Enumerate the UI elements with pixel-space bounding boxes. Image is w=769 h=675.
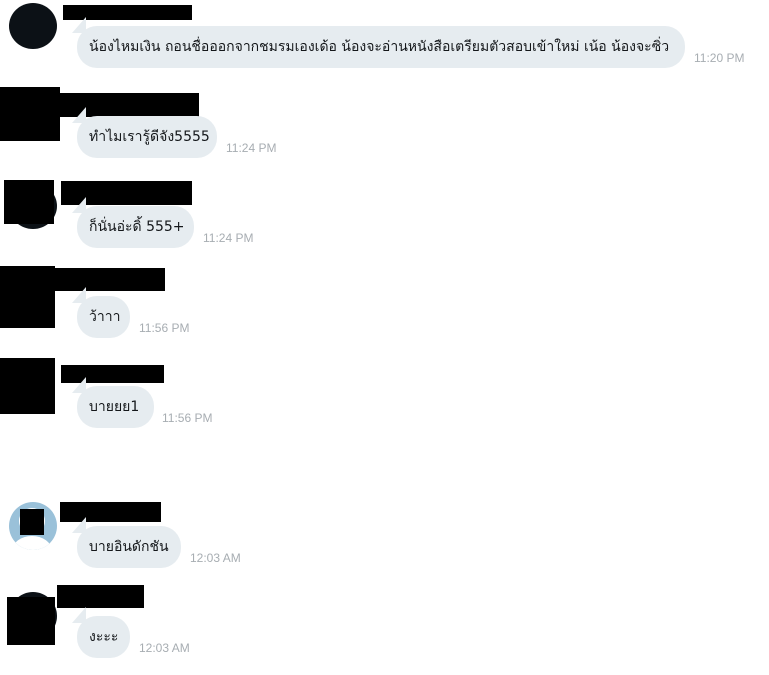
- redacted-name: [53, 268, 165, 291]
- bubble-tail: [72, 377, 86, 393]
- message-timestamp: 12:03 AM: [190, 551, 241, 565]
- message-timestamp: 11:56 PM: [162, 411, 213, 425]
- message-timestamp: 11:20 PM: [694, 51, 745, 65]
- message-text: บายอินดักชัน: [89, 539, 169, 555]
- bubble-tail: [72, 107, 86, 123]
- bubble-tail: [72, 607, 86, 623]
- bubble-tail: [72, 287, 86, 303]
- message-bubble[interactable]: บายยย1: [72, 377, 154, 428]
- bubble-tail: [72, 197, 86, 213]
- message-text: บายยย1: [89, 399, 140, 415]
- redacted-avatar-overlay: [4, 180, 54, 224]
- message-text: ก็นั่นอ่ะดิ้ 555+: [89, 219, 185, 235]
- bubble-tail: [72, 517, 86, 533]
- message-text: น้องไหมเงิน ถอนชื่อออกจากชมรมเองเด้อ น้อ…: [89, 39, 670, 55]
- redacted-avatar: [0, 266, 55, 328]
- redacted-avatar-overlay: [7, 597, 55, 645]
- message-timestamp: 11:24 PM: [226, 141, 277, 155]
- bubble-tail: [72, 17, 86, 33]
- message-text: งะะะ: [89, 629, 119, 645]
- message-bubble[interactable]: ก็นั่นอ่ะดิ้ 555+: [72, 197, 194, 248]
- message-timestamp: 11:24 PM: [203, 231, 254, 245]
- avatar-body-shape: [12, 536, 52, 550]
- message-timestamp: 11:56 PM: [139, 321, 190, 335]
- redacted-avatar-overlay: [20, 509, 44, 535]
- redacted-avatar: [0, 358, 55, 414]
- message-bubble[interactable]: บายอินดักชัน: [72, 517, 181, 568]
- avatar[interactable]: [9, 3, 57, 49]
- message-bubble[interactable]: ทำไมเรารู้ดีจัง5555: [72, 107, 217, 158]
- message-bubble[interactable]: งะะะ: [72, 607, 130, 658]
- message-text: ทำไมเรารู้ดีจัง5555: [89, 129, 210, 145]
- redacted-name: [57, 585, 144, 608]
- message-bubble[interactable]: ว้าาา: [72, 287, 130, 338]
- message-text: ว้าาา: [89, 309, 121, 325]
- message-bubble[interactable]: น้องไหมเงิน ถอนชื่อออกจากชมรมเองเด้อ น้อ…: [72, 17, 685, 68]
- message-timestamp: 12:03 AM: [139, 641, 190, 655]
- redacted-avatar: [0, 87, 60, 141]
